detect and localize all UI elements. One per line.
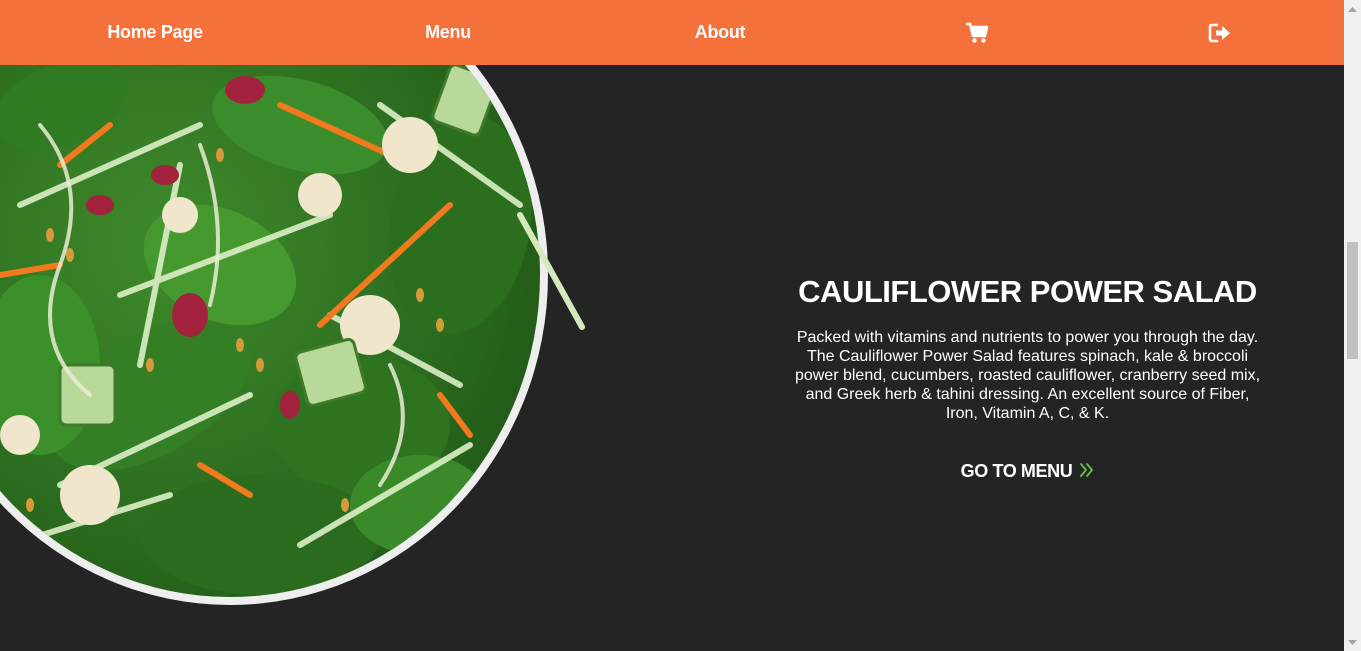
shopping-cart-icon [966, 22, 989, 43]
go-to-menu-label: GO TO MENU [960, 461, 1073, 481]
nav-logout-button[interactable] [1198, 0, 1242, 65]
vertical-scrollbar[interactable] [1344, 0, 1361, 651]
nav-home-link[interactable]: Home Page [80, 0, 230, 65]
navbar: Home Page Menu About [0, 0, 1344, 65]
scroll-up-arrow-icon[interactable] [1344, 0, 1361, 17]
scrollbar-thumb[interactable] [1347, 242, 1358, 359]
nav-menu-link[interactable]: Menu [398, 0, 498, 65]
scroll-down-arrow-icon[interactable] [1344, 634, 1361, 651]
sign-out-icon [1208, 23, 1230, 42]
featured-salad-section: CAULIFLOWER POWER SALAD Packed with vita… [790, 270, 1265, 482]
nav-cart-button[interactable] [955, 0, 999, 65]
salad-title: CAULIFLOWER POWER SALAD [798, 274, 1257, 309]
double-chevron-right-icon [1080, 462, 1094, 482]
salad-description: Packed with vitamins and nutrients to po… [794, 329, 1261, 422]
salad-bowl-image [0, 65, 600, 625]
go-to-menu-link[interactable]: GO TO MENU [961, 461, 1095, 482]
nav-about-link[interactable]: About [670, 0, 770, 65]
